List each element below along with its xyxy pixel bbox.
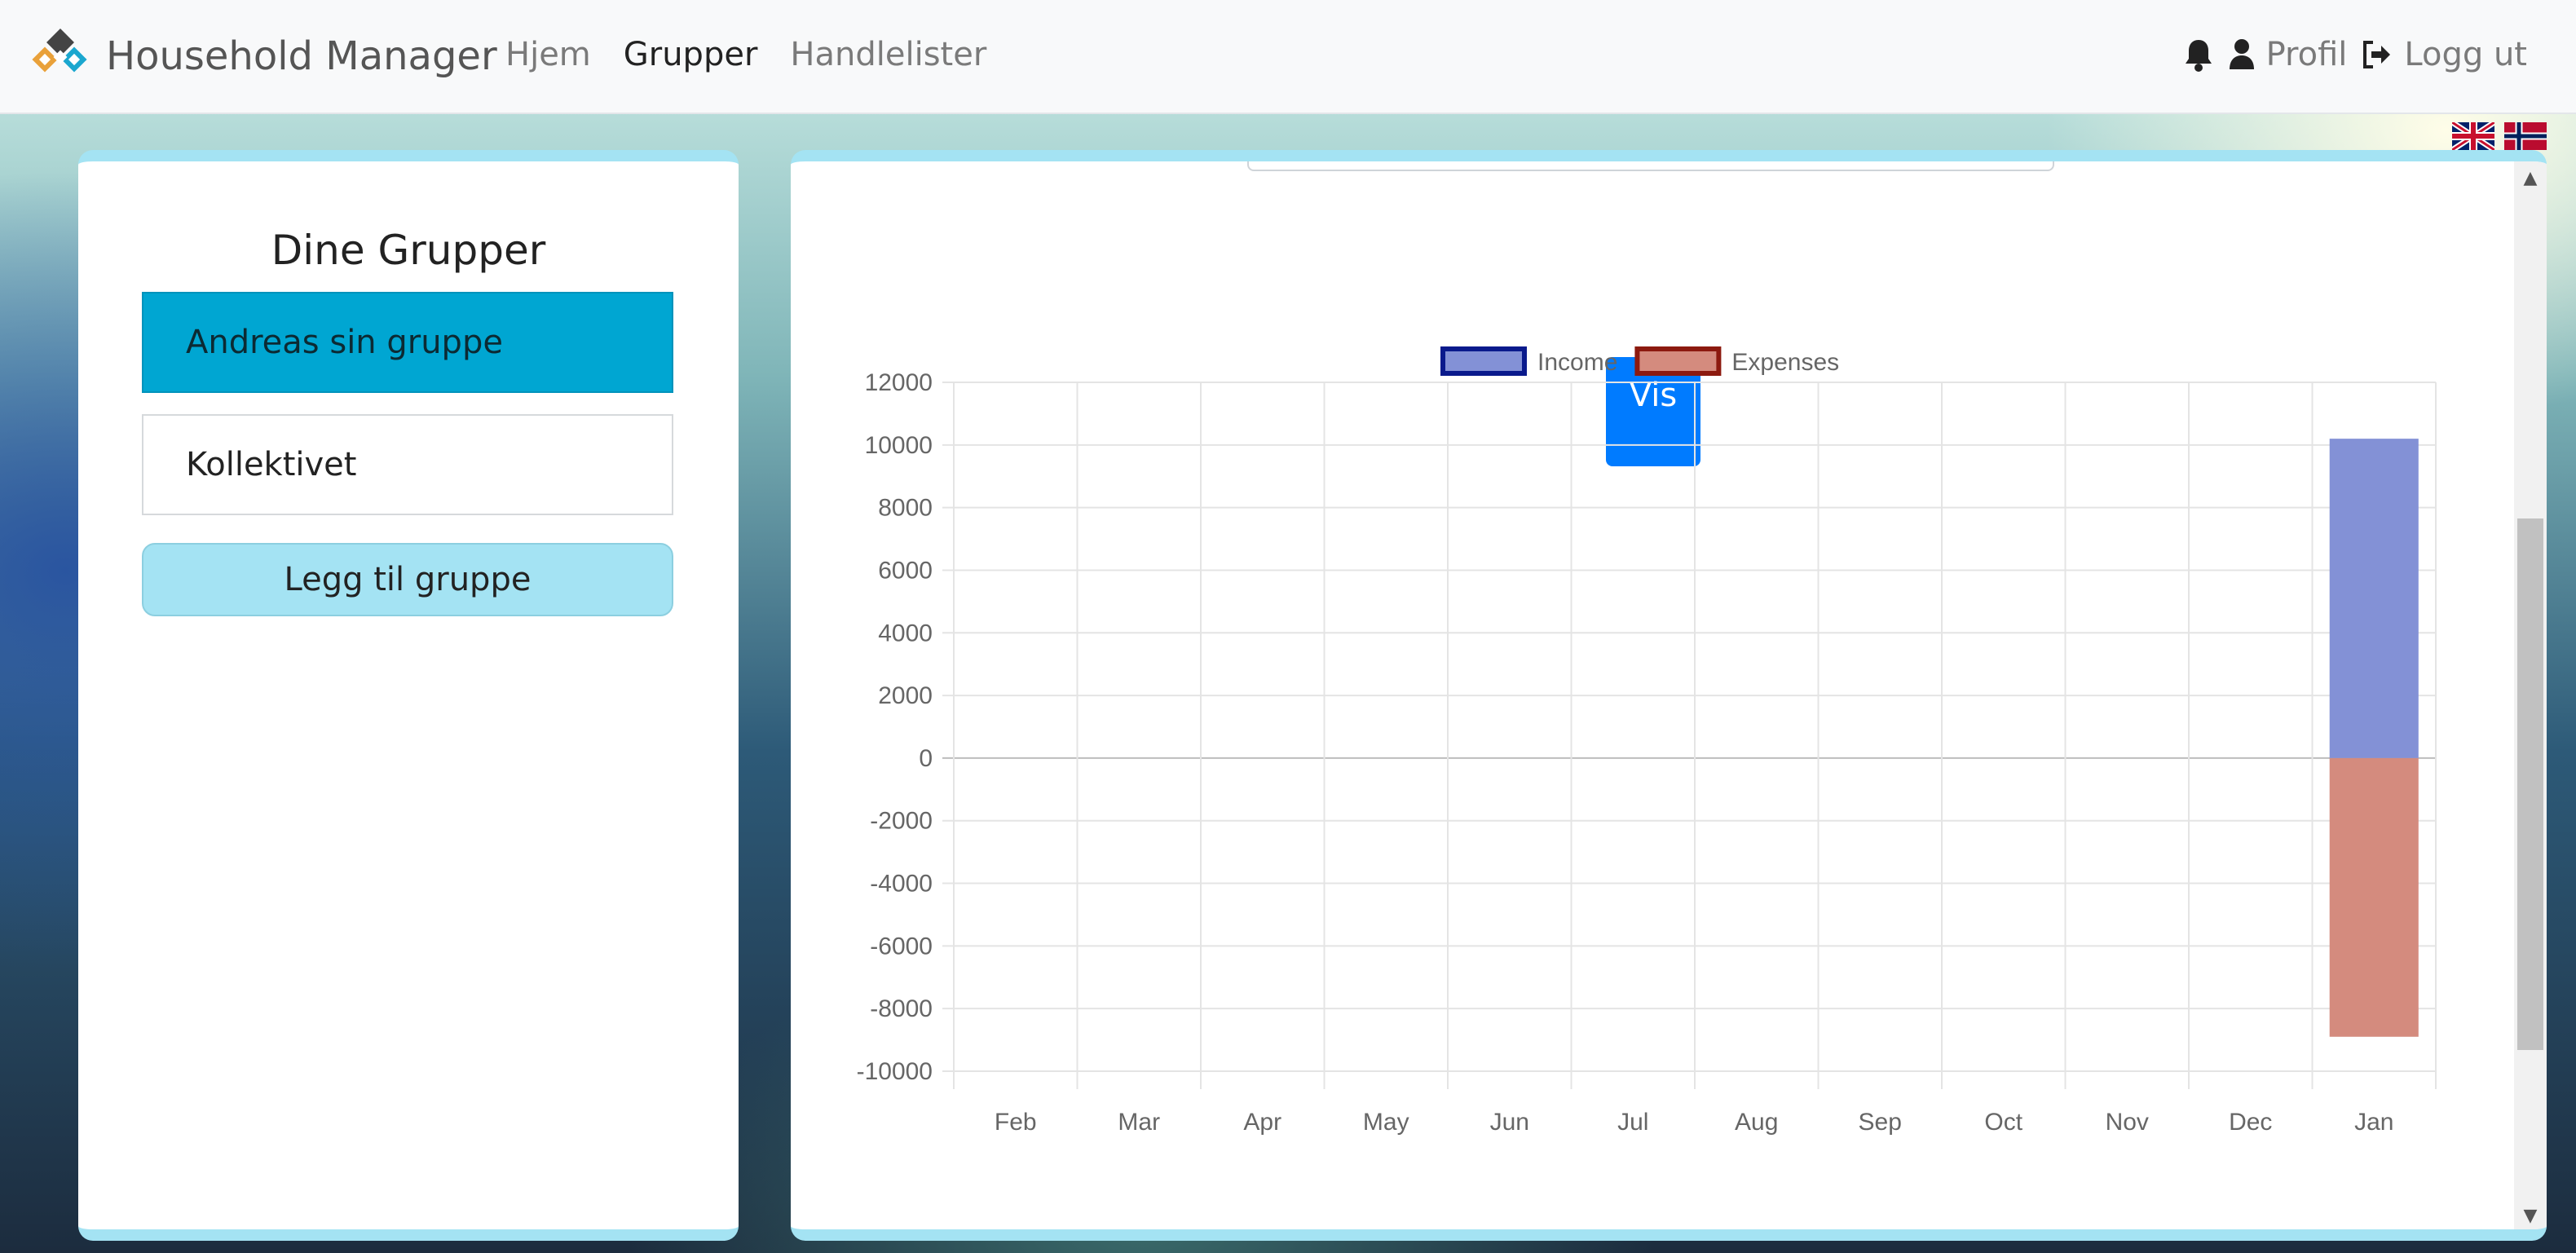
x-tick-label: Aug: [1735, 1109, 1778, 1136]
brand-title: Household Manager: [106, 33, 497, 79]
x-tick-label: Dec: [2229, 1109, 2272, 1136]
y-tick-label: 12000: [865, 369, 933, 396]
nav-link-hjem[interactable]: Hjem: [505, 29, 591, 80]
bar-expenses: [2329, 757, 2419, 1037]
x-tick-label: Jun: [1490, 1109, 1529, 1136]
profile-link[interactable]: Profil: [2229, 29, 2348, 80]
profile-label: Profil: [2265, 36, 2348, 73]
bar-income: [2329, 439, 2419, 758]
group-item-kollektivet[interactable]: Kollektivet: [142, 414, 673, 515]
user-nav: Profil Logg ut: [2183, 29, 2527, 80]
legend-label-income: Income: [1537, 349, 1617, 376]
y-tick-label: -10000: [857, 1058, 933, 1085]
scroll-down-arrow-icon[interactable]: ▼: [2514, 1206, 2547, 1226]
y-tick-label: 8000: [878, 495, 933, 522]
y-tick-label: 4000: [878, 620, 933, 646]
logout-icon: [2363, 41, 2391, 68]
x-tick-label: Mar: [1118, 1109, 1160, 1136]
legend-swatch-income: [1440, 346, 1527, 376]
y-tick-label: 2000: [878, 682, 933, 709]
income-expense-chart: 12000 10000 8000 6000 4000 2000 0 -2000 -4000 -60…: [857, 346, 2437, 1136]
house-logo-icon: [29, 28, 98, 85]
y-tick-label: -6000: [870, 933, 933, 960]
y-tick-label: 10000: [865, 432, 933, 459]
notifications-button[interactable]: [2183, 38, 2214, 72]
legend-swatch-expenses: [1634, 346, 1722, 376]
x-tick-label: Sep: [1859, 1109, 1902, 1136]
uk-flag-icon[interactable]: [2452, 122, 2494, 150]
nav-link-handlelister[interactable]: Handlelister: [790, 29, 986, 80]
x-tick-label: Nov: [2106, 1109, 2149, 1136]
y-tick-label: -8000: [870, 995, 933, 1022]
scroll-thumb[interactable]: [2517, 518, 2543, 1050]
brand[interactable]: Household Manager: [29, 28, 497, 85]
groups-panel-title: Dine Grupper: [271, 227, 546, 274]
add-group-button[interactable]: Legg til gruppe: [142, 543, 673, 616]
navbar: Household Manager Hjem Grupper Handlelis…: [0, 0, 2576, 114]
logout-link[interactable]: Logg ut: [2362, 29, 2527, 80]
chart-panel: Vis 12000 10000 8000 6000 4000 2000 0 -2000 -400…: [791, 150, 2547, 1241]
y-tick-label: -4000: [870, 871, 933, 898]
x-tick-label: Oct: [1984, 1109, 2022, 1136]
user-icon: [2229, 39, 2254, 69]
logout-label: Logg ut: [2404, 36, 2527, 73]
y-tick-label: 6000: [878, 557, 933, 584]
x-tick-label: Apr: [1243, 1109, 1281, 1136]
x-tick-label: Jul: [1617, 1109, 1648, 1136]
x-tick-label: Feb: [995, 1109, 1037, 1136]
bell-icon: [2185, 40, 2212, 72]
scroll-up-arrow-icon[interactable]: ▲: [2514, 168, 2547, 188]
group-item-andreas[interactable]: Andreas sin gruppe: [142, 292, 673, 393]
panel-scrollbar[interactable]: ▲ ▼: [2514, 161, 2547, 1229]
legend-label-expenses: Expenses: [1731, 349, 1839, 376]
y-tick-label: -2000: [870, 808, 933, 835]
x-tick-label: May: [1363, 1109, 1409, 1136]
y-tick-label: 0: [919, 745, 933, 772]
nav-link-grupper[interactable]: Grupper: [624, 29, 758, 80]
norway-flag-icon[interactable]: [2504, 122, 2547, 150]
main-nav: Hjem Grupper Handlelister: [505, 29, 986, 80]
language-selector: [2452, 122, 2547, 150]
x-tick-label: Jan: [2354, 1109, 2393, 1136]
groups-panel: Dine Grupper Andreas sin gruppe Kollekti…: [78, 150, 739, 1241]
